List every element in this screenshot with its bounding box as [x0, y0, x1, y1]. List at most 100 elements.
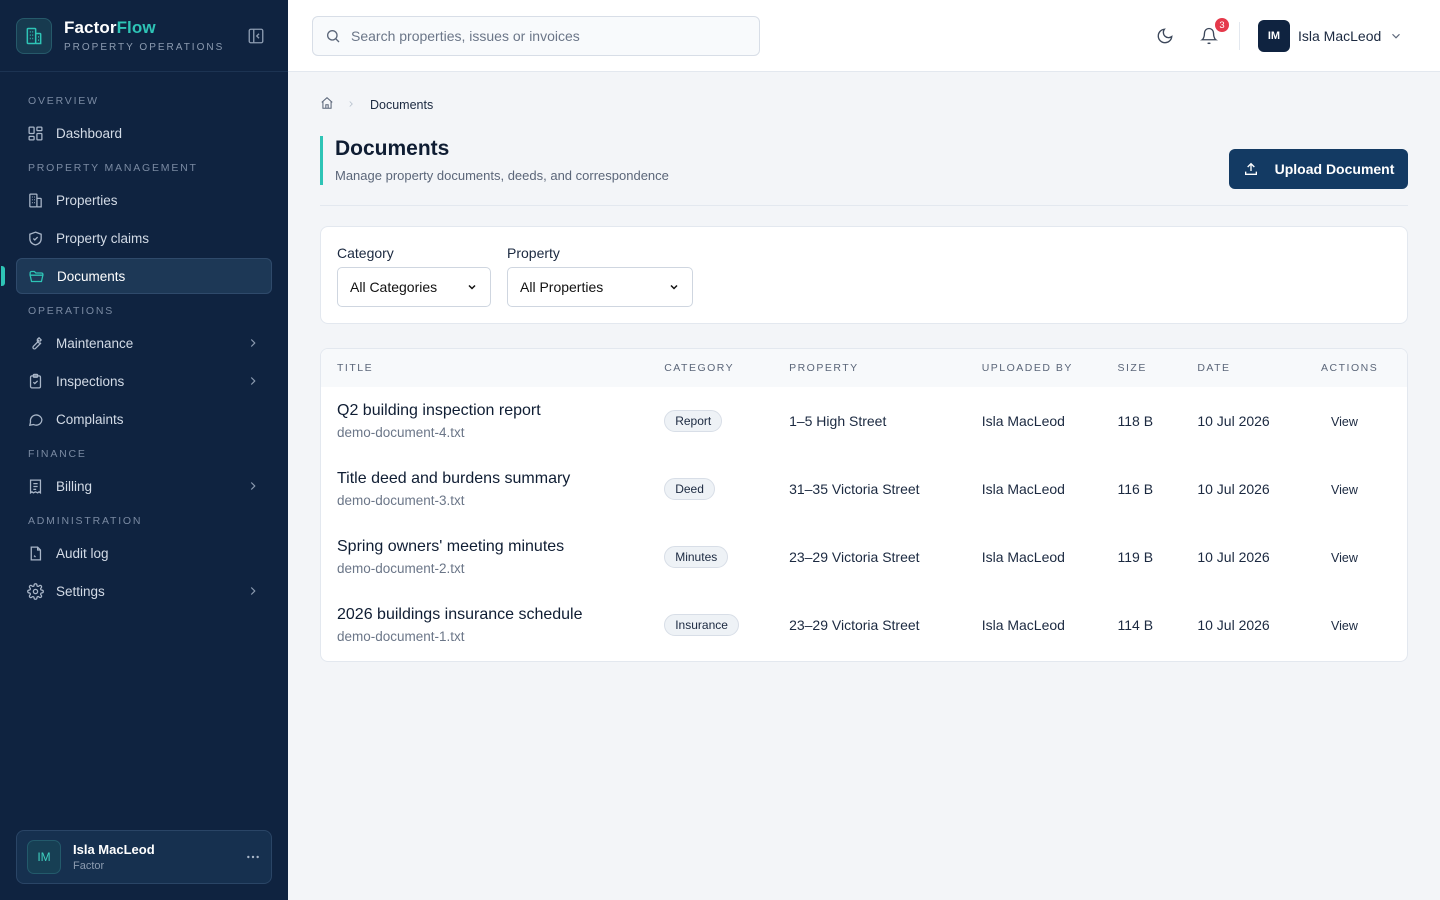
- sidebar-item-label: Maintenance: [56, 335, 134, 351]
- sidebar-nav: OVERVIEW Dashboard PROPERTY MANAGEMENT P…: [0, 72, 288, 609]
- date-cell: 10 Jul 2026: [1197, 549, 1270, 565]
- brand-header: FactorFlow PROPERTY OPERATIONS: [0, 0, 288, 72]
- profile-menu[interactable]: IM Isla MacLeod: [1258, 20, 1403, 52]
- sidebar-item-label: Audit log: [56, 545, 109, 561]
- uploaded-by-cell: Isla MacLeod: [981, 549, 1065, 565]
- search-box[interactable]: [312, 16, 760, 56]
- document-title[interactable]: Spring owners' meeting minutes: [337, 538, 664, 556]
- chevron-right-icon: [250, 339, 256, 347]
- sidebar-item-documents[interactable]: Documents: [1, 258, 272, 294]
- size-cell: 116 B: [1117, 481, 1154, 497]
- sidebar-item-audit-log[interactable]: Audit log: [16, 535, 272, 571]
- document-title[interactable]: Title deed and burdens summary: [337, 470, 664, 488]
- gear-icon: [26, 582, 44, 600]
- notification-badge: 3: [1213, 16, 1231, 34]
- sidebar-item-inspections[interactable]: Inspections: [16, 363, 272, 399]
- breadcrumb: Documents: [320, 96, 433, 113]
- category-value: All Categories: [350, 279, 438, 295]
- sidebar: FactorFlow PROPERTY OPERATIONS OVERVIEW …: [0, 0, 288, 900]
- sidebar-item-maintenance[interactable]: Maintenance: [16, 325, 272, 361]
- column-header[interactable]: TITLE: [321, 349, 664, 387]
- category-label: Category: [337, 245, 394, 261]
- sidebar-item-billing[interactable]: Billing: [16, 468, 272, 504]
- column-header[interactable]: PROPERTY: [789, 349, 982, 387]
- date-cell: 10 Jul 2026: [1197, 617, 1270, 633]
- size-cell: 114 B: [1117, 617, 1154, 633]
- chevron-down-icon: [468, 284, 476, 290]
- sidebar-item-label: Property claims: [56, 230, 150, 246]
- property-cell: 31–35 Victoria Street: [789, 481, 920, 497]
- column-header[interactable]: UPLOADED BY: [982, 349, 1118, 387]
- page-header: Documents Manage property documents, dee…: [320, 136, 1408, 206]
- sidebar-user-card[interactable]: IM Isla MacLeod Factor: [16, 830, 272, 884]
- chevron-right-icon: [250, 377, 256, 385]
- dark-mode-toggle[interactable]: [1153, 24, 1177, 48]
- table-row[interactable]: 2026 buildings insurance schedule demo-d…: [321, 591, 1407, 659]
- brand-name: FactorFlow: [64, 18, 156, 37]
- avatar: IM: [27, 840, 61, 874]
- property-cell: 23–29 Victoria Street: [789, 617, 920, 633]
- view-link[interactable]: View: [1331, 415, 1358, 429]
- date-cell: 10 Jul 2026: [1197, 413, 1270, 429]
- collapse-sidebar-icon[interactable]: [246, 26, 266, 46]
- sidebar-item-label: Documents: [57, 268, 126, 284]
- sidebar-item-label: Dashboard: [56, 125, 123, 141]
- sidebar-item-property-claims[interactable]: Property claims: [16, 220, 272, 256]
- category-select[interactable]: All Categories: [337, 267, 491, 307]
- breadcrumb-separator-icon: [346, 98, 356, 112]
- upload-button-label: Upload Document: [1274, 161, 1395, 177]
- column-header[interactable]: SIZE: [1117, 349, 1197, 387]
- view-link[interactable]: View: [1331, 619, 1358, 633]
- header-divider: [1239, 22, 1240, 50]
- section-label-finance: FINANCE: [28, 448, 87, 460]
- category-badge: Report: [664, 410, 723, 432]
- view-link[interactable]: View: [1331, 551, 1358, 565]
- user-name: Isla MacLeod: [73, 842, 155, 857]
- notifications-button[interactable]: 3: [1197, 16, 1231, 48]
- active-indicator: [1, 266, 5, 286]
- uploaded-by-cell: Isla MacLeod: [981, 413, 1065, 429]
- property-filter: Property All Properties: [507, 245, 693, 307]
- property-value: All Properties: [520, 279, 604, 295]
- category-badge: Insurance: [664, 614, 739, 636]
- size-cell: 118 B: [1117, 413, 1154, 429]
- building-icon: [26, 191, 44, 209]
- upload-document-button[interactable]: Upload Document: [1229, 149, 1408, 189]
- chevron-right-icon: [250, 587, 256, 595]
- document-filename: demo-document-3.txt: [337, 493, 465, 508]
- table-row[interactable]: Title deed and burdens summary demo-docu…: [321, 455, 1407, 523]
- more-options-icon[interactable]: [245, 849, 261, 865]
- column-header[interactable]: CATEGORY: [664, 349, 789, 387]
- top-header: 3 IM Isla MacLeod: [288, 0, 1440, 72]
- document-filename: demo-document-2.txt: [337, 561, 465, 576]
- table-row[interactable]: Spring owners' meeting minutes demo-docu…: [321, 523, 1407, 591]
- document-filename: demo-document-4.txt: [337, 425, 465, 440]
- search-input[interactable]: [351, 28, 731, 44]
- sidebar-item-dashboard[interactable]: Dashboard: [16, 115, 272, 151]
- column-header[interactable]: DATE: [1197, 349, 1321, 387]
- sidebar-item-label: Inspections: [56, 373, 125, 389]
- category-badge: Minutes: [664, 546, 729, 568]
- section-label-overview: OVERVIEW: [28, 95, 99, 107]
- sidebar-item-settings[interactable]: Settings: [16, 573, 272, 609]
- sidebar-item-properties[interactable]: Properties: [16, 182, 272, 218]
- file-icon: [26, 544, 44, 562]
- section-label-administration: ADMINISTRATION: [28, 515, 143, 527]
- sidebar-item-complaints[interactable]: Complaints: [16, 401, 272, 437]
- sidebar-item-label: Complaints: [56, 411, 124, 427]
- document-title[interactable]: 2026 buildings insurance schedule: [337, 606, 664, 624]
- dashboard-icon: [26, 124, 44, 142]
- profile-name: Isla MacLeod: [1298, 28, 1382, 44]
- uploaded-by-cell: Isla MacLeod: [981, 481, 1065, 497]
- view-link[interactable]: View: [1331, 483, 1358, 497]
- section-label-property-management: PROPERTY MANAGEMENT: [28, 162, 198, 174]
- avatar: IM: [1258, 20, 1290, 52]
- document-title[interactable]: Q2 building inspection report: [337, 402, 664, 420]
- home-icon[interactable]: [320, 96, 334, 113]
- property-cell: 23–29 Victoria Street: [789, 549, 920, 565]
- receipt-icon: [26, 477, 44, 495]
- size-cell: 119 B: [1117, 549, 1154, 565]
- table-row[interactable]: Q2 building inspection report demo-docum…: [321, 387, 1407, 455]
- documents-table: TITLE CATEGORY PROPERTY UPLOADED BY SIZE…: [321, 349, 1407, 659]
- property-select[interactable]: All Properties: [507, 267, 693, 307]
